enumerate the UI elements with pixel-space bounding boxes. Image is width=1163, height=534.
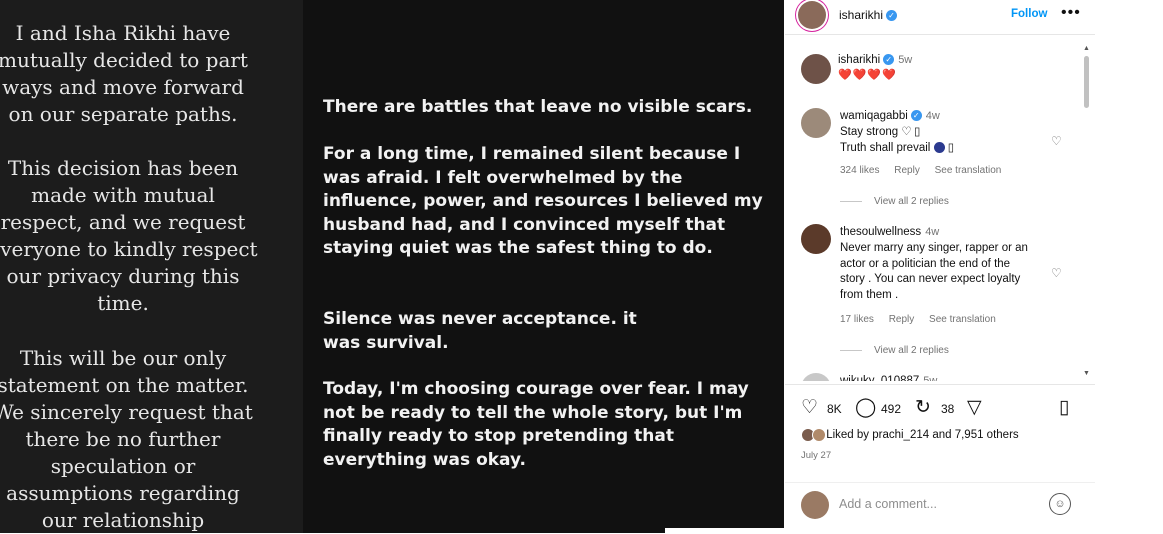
- statement-paragraph-1: I and Isha Rikhi have mutually decided t…: [0, 21, 248, 126]
- post-date: July 27: [801, 450, 832, 461]
- comment-text: Truth shall prevail ▯: [840, 142, 955, 154]
- comments-count: 492: [881, 402, 902, 416]
- scroll-up-arrow-icon[interactable]: ▲: [1082, 45, 1091, 52]
- verified-badge-icon: ✓: [883, 54, 895, 66]
- comment-author[interactable]: wikuky_010887 5w: [840, 375, 937, 381]
- see-translation-link[interactable]: See translation: [929, 314, 996, 325]
- comment-author[interactable]: wamiqagabbi ✓ 4w: [840, 110, 940, 122]
- comment-like-heart-icon[interactable]: ♡: [1051, 134, 1062, 148]
- post-header: isharikhi ✓ Follow •••: [785, 0, 1095, 35]
- follow-button[interactable]: Follow: [1011, 8, 1047, 20]
- statement-image-middle: There are battles that leave no visible …: [303, 0, 784, 533]
- comment-text: Never marry any singer, rapper or an act…: [840, 242, 1028, 301]
- save-bookmark-icon[interactable]: ▯: [1059, 398, 1069, 418]
- more-options-icon[interactable]: •••: [1061, 4, 1081, 22]
- repost-icon[interactable]: ↻: [915, 398, 931, 418]
- comment-avatar[interactable]: [801, 108, 831, 138]
- story-paragraph-3: Silence was never acceptance. it was sur…: [323, 309, 637, 353]
- story-paragraph-4: Today, I'm choosing courage over fear. I…: [323, 379, 749, 470]
- reposts-count: 38: [941, 402, 955, 416]
- comment-meta: 17 likes Reply See translation: [840, 314, 1008, 325]
- scrollbar-thumb[interactable]: [1084, 56, 1089, 108]
- comment-avatar[interactable]: [801, 54, 831, 84]
- comment-likes[interactable]: 17 likes: [840, 314, 874, 325]
- comment-like-heart-icon[interactable]: ♡: [1051, 266, 1062, 280]
- comments-scrollbar[interactable]: ▲ ▼: [1082, 45, 1091, 380]
- profile-avatar[interactable]: [798, 1, 826, 29]
- comment-avatar[interactable]: [801, 373, 831, 381]
- statement-paragraph-2: This decision has been made with mutual …: [0, 156, 258, 315]
- story-paragraph-1: There are battles that leave no visible …: [323, 97, 753, 117]
- story-paragraph-2: For a long time, I remained silent becau…: [323, 144, 763, 258]
- comment-meta: 324 likes Reply See translation: [840, 165, 1013, 176]
- share-send-icon[interactable]: ▽: [967, 398, 982, 418]
- see-translation-link[interactable]: See translation: [935, 165, 1002, 176]
- comments-list[interactable]: isharikhi ✓ 5w ❤️❤️❤️❤️ wamiqagabbi ✓ 4w Sta…: [785, 36, 1085, 381]
- comment-likes[interactable]: 324 likes: [840, 165, 879, 176]
- verified-badge-icon: ✓: [910, 110, 922, 122]
- view-replies-button[interactable]: View all 2 replies: [840, 345, 949, 356]
- post-username[interactable]: isharikhi ✓: [839, 8, 898, 22]
- comment-author[interactable]: thesoulwellness 4w: [840, 226, 939, 238]
- likes-count: 8K: [827, 402, 842, 416]
- verified-badge-icon: ✓: [886, 10, 898, 22]
- like-heart-icon[interactable]: ♡: [801, 398, 818, 418]
- emoji-icon: [933, 142, 945, 154]
- liked-by-summary[interactable]: Liked by prachi_214 and 7,951 others: [801, 428, 1019, 442]
- reply-button[interactable]: Reply: [889, 314, 915, 325]
- comment-text: Stay strong ♡ ▯: [840, 126, 921, 138]
- image-edge-strip: [665, 528, 784, 533]
- reply-button[interactable]: Reply: [894, 165, 920, 176]
- scroll-down-arrow-icon[interactable]: ▼: [1082, 370, 1091, 377]
- emoji-picker-icon[interactable]: ☺: [1049, 493, 1071, 515]
- comment-bubble-icon[interactable]: ◯: [855, 398, 876, 418]
- view-replies-button[interactable]: View all 2 replies: [840, 196, 949, 207]
- instagram-post-panel: isharikhi ✓ Follow ••• isharikhi ✓ 5w ❤️❤️❤…: [785, 0, 1095, 533]
- post-actions-bar: ♡ 8K ◯ 492 ↻ 38 ▽ ▯ Liked by prachi_214 …: [785, 384, 1095, 534]
- add-comment-row: ☺: [785, 482, 1095, 523]
- current-user-avatar: [801, 491, 829, 519]
- add-comment-input[interactable]: [839, 495, 1029, 513]
- statement-image-left: I and Isha Rikhi have mutually decided t…: [0, 0, 303, 533]
- statement-paragraph-3: This will be our only statement on the m…: [0, 346, 253, 532]
- comment-hearts: ❤️❤️❤️❤️: [838, 69, 897, 81]
- comment-author[interactable]: isharikhi ✓ 5w: [838, 54, 912, 66]
- liker-avatar: [812, 428, 826, 442]
- comment-avatar[interactable]: [801, 224, 831, 254]
